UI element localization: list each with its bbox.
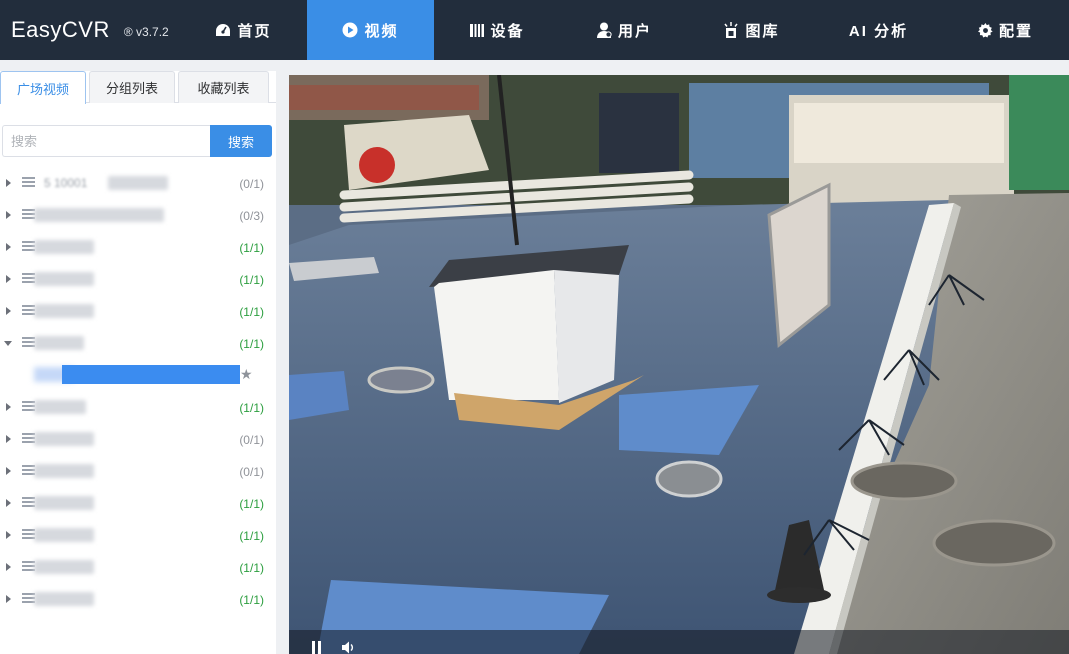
user-icon — [596, 22, 612, 38]
expand-arrow-icon[interactable] — [6, 211, 11, 219]
star-icon[interactable]: ★ — [240, 366, 253, 383]
brand-version: ® v3.7.2 — [123, 24, 169, 39]
gallery-icon — [723, 22, 739, 38]
channel-count: (1/1) — [239, 561, 264, 575]
redacted-text — [34, 240, 94, 254]
redacted-text — [34, 432, 94, 446]
expand-arrow-icon[interactable] — [6, 275, 11, 283]
player-controls — [289, 630, 1069, 654]
tree-row[interactable]: (1/1) — [0, 231, 276, 263]
nav-label: 用户 — [617, 22, 652, 40]
tree-row[interactable]: (1/1) — [0, 551, 276, 583]
nav-label: 配置 — [998, 22, 1033, 40]
channel-count: (1/1) — [239, 593, 264, 607]
camera-feed-frame — [289, 75, 1069, 654]
selected-channel-highlight[interactable] — [62, 365, 240, 384]
tree-row[interactable]: (1/1) — [0, 583, 276, 615]
redacted-text — [34, 272, 94, 286]
tree-row[interactable]: (1/1) — [0, 327, 276, 359]
channel-count: (1/1) — [239, 241, 264, 255]
tree-row[interactable]: (1/1) — [0, 263, 276, 295]
dashboard-icon — [215, 23, 231, 37]
expand-arrow-icon[interactable] — [6, 467, 11, 475]
expand-arrow-icon[interactable] — [6, 435, 11, 443]
expand-arrow-icon[interactable] — [6, 243, 11, 251]
volume-icon[interactable] — [342, 641, 356, 654]
expand-arrow-icon[interactable] — [6, 307, 11, 315]
tree-row[interactable]: (1/1) — [0, 519, 276, 551]
channel-tree: 5 10001 (0/1) (0/3) (1/1) (1/1) (1/1) (1… — [0, 167, 276, 615]
top-navigation-bar: EasyCVR ® v3.7.2 首页 视频 设备 用户 图库 AI 分析 配置 — [0, 0, 1069, 60]
pause-icon[interactable] — [311, 641, 322, 654]
tree-row[interactable]: (1/1) — [0, 487, 276, 519]
nav-label: 首页 — [237, 22, 272, 40]
tree-row[interactable]: (1/1) — [0, 391, 276, 423]
expand-arrow-icon[interactable] — [6, 563, 11, 571]
channel-count: (1/1) — [239, 497, 264, 511]
channel-count: (1/1) — [239, 529, 264, 543]
nav-item-settings[interactable]: 配置 — [942, 0, 1069, 60]
channel-count: (0/3) — [239, 209, 264, 223]
gear-icon — [977, 22, 993, 38]
nav-label: 视频 — [364, 22, 399, 40]
redacted-text — [34, 304, 94, 318]
redacted-text — [34, 400, 86, 414]
search-bar: 搜索 — [2, 125, 272, 157]
redacted-text — [34, 592, 94, 606]
device-node-icon — [22, 177, 35, 189]
nav-label: 图库 — [745, 22, 780, 40]
device-icon — [470, 23, 485, 37]
nav-item-home[interactable]: 首页 — [180, 0, 307, 60]
tree-row-label: 5 10001 — [44, 176, 88, 190]
tree-row-selected-channel[interactable]: ★ — [0, 359, 276, 391]
expand-arrow-icon[interactable] — [6, 179, 11, 187]
nav-label: 设备 — [490, 22, 525, 40]
redacted-text — [108, 176, 168, 190]
expand-arrow-icon[interactable] — [6, 403, 11, 411]
redacted-text — [34, 528, 94, 542]
tree-row[interactable]: 5 10001 (0/1) — [0, 167, 276, 199]
main-nav: 首页 视频 设备 用户 图库 AI 分析 配置 — [180, 0, 1069, 60]
channel-count: (1/1) — [239, 305, 264, 319]
channel-count: (1/1) — [239, 273, 264, 287]
expand-arrow-icon[interactable] — [6, 531, 11, 539]
nav-label: AI 分析 — [848, 22, 909, 40]
video-player[interactable] — [289, 75, 1069, 654]
tree-row[interactable]: (1/1) — [0, 295, 276, 327]
search-button[interactable]: 搜索 — [210, 125, 272, 157]
search-input[interactable] — [2, 125, 210, 157]
redacted-text — [34, 464, 94, 478]
redacted-text — [34, 496, 94, 510]
nav-item-device[interactable]: 设备 — [434, 0, 561, 60]
channel-count: (0/1) — [239, 465, 264, 479]
tab-group-list[interactable]: 分组列表 — [89, 71, 175, 103]
brand-name: EasyCVR — [11, 17, 110, 42]
channel-count: (0/1) — [239, 177, 264, 191]
play-circle-icon — [342, 22, 358, 38]
redacted-text — [34, 336, 84, 350]
channel-sidebar: 广场视频 分组列表 收藏列表 搜索 5 10001 (0/1) (0/3) (1 — [0, 71, 276, 654]
tree-row[interactable]: (0/1) — [0, 423, 276, 455]
tree-row[interactable]: (0/3) — [0, 199, 276, 231]
expand-arrow-icon[interactable] — [6, 499, 11, 507]
tab-square-video[interactable]: 广场视频 — [0, 71, 86, 104]
redacted-text — [34, 560, 94, 574]
nav-item-gallery[interactable]: 图库 — [688, 0, 815, 60]
nav-item-user[interactable]: 用户 — [561, 0, 688, 60]
channel-count: (1/1) — [239, 401, 264, 415]
expand-arrow-icon[interactable] — [6, 595, 11, 603]
tree-row[interactable]: (0/1) — [0, 455, 276, 487]
collapse-arrow-icon[interactable] — [4, 341, 12, 346]
channel-count: (0/1) — [239, 433, 264, 447]
nav-item-ai-analysis[interactable]: AI 分析 — [815, 0, 942, 60]
channel-count: (1/1) — [239, 337, 264, 351]
nav-item-video[interactable]: 视频 — [307, 0, 434, 60]
sidebar-tabs: 广场视频 分组列表 收藏列表 — [0, 71, 276, 104]
tab-favorites[interactable]: 收藏列表 — [178, 71, 269, 103]
brand-logo[interactable]: EasyCVR ® v3.7.2 — [0, 0, 180, 60]
redacted-text — [34, 208, 164, 222]
